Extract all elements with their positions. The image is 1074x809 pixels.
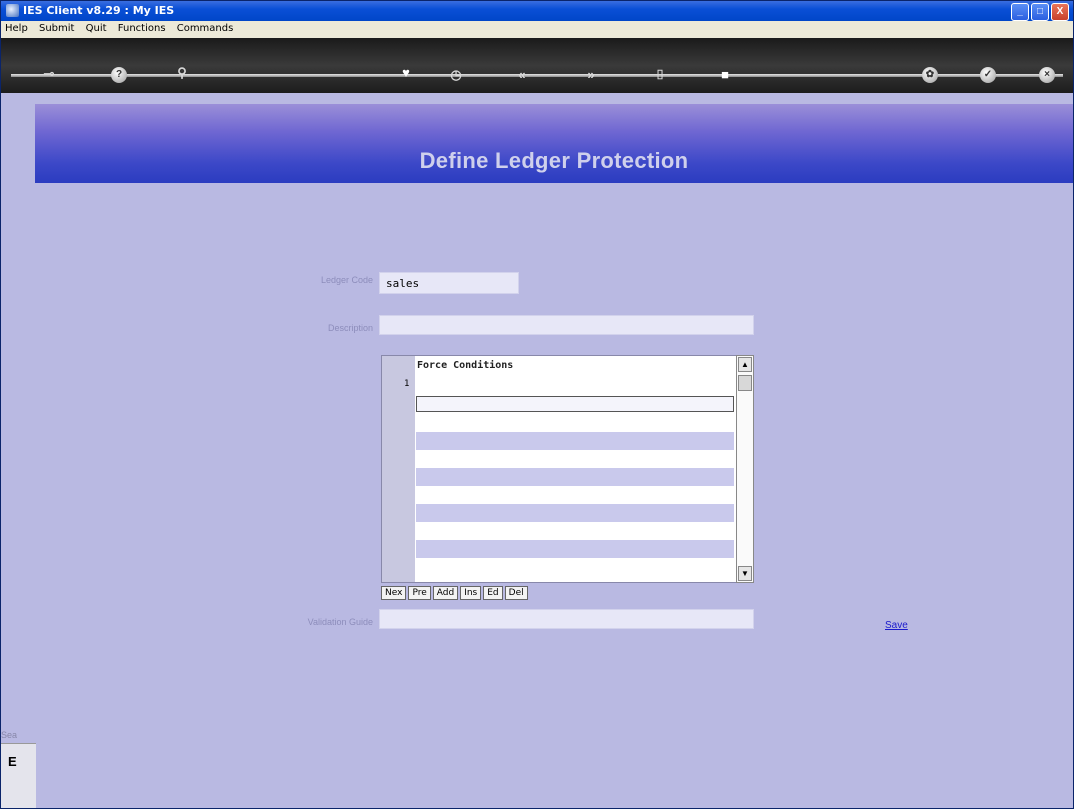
app-icon [6,4,19,17]
menu-functions[interactable]: Functions [114,21,170,34]
menu-bar: Help Submit Quit Functions Commands [1,21,1073,38]
bottom-panel: Sea E [1,730,36,808]
grid-scrollbar[interactable]: ▲ ▼ [736,355,754,583]
window-title: IES Client v8.29 : My IES [23,4,175,17]
bottom-glyph: E [8,754,17,769]
app-window: IES Client v8.29 : My IES _ □ X Help Sub… [0,0,1074,809]
scroll-thumb[interactable] [738,375,752,391]
save-link[interactable]: Save [885,620,908,631]
title-bar: IES Client v8.29 : My IES _ □ X [1,1,1073,21]
description-field[interactable] [379,315,754,335]
table-row[interactable] [416,558,734,578]
search-icon[interactable]: ⚲ [174,65,190,81]
table-row[interactable] [416,468,734,486]
table-row[interactable] [416,432,734,450]
table-row[interactable] [416,540,734,558]
ledger-code-label: Ledger Code [320,275,373,285]
key-icon[interactable]: ⊸ [37,66,61,82]
stop-icon[interactable]: ■ [717,67,733,83]
window-controls: _ □ X [1011,3,1069,21]
toolbar: ⊸ ? ⚲ ♥ ◷ « » ⌷ ■ ✿ ✓ × [1,38,1073,93]
rewind-icon[interactable]: « [514,67,530,83]
minimize-button[interactable]: _ [1011,3,1029,21]
check-icon[interactable]: ✓ [980,67,996,83]
table-row[interactable] [416,522,734,540]
grid-header: Force Conditions [417,360,514,371]
gear-icon[interactable]: ✿ [922,67,938,83]
scroll-up-icon[interactable]: ▲ [738,357,752,372]
table-row[interactable] [416,414,734,432]
menu-help[interactable]: Help [1,21,32,34]
insert-button[interactable]: Ins [460,586,482,600]
forward-icon[interactable]: » [583,67,599,83]
add-button[interactable]: Add [432,586,459,600]
clock-icon[interactable]: ◷ [448,67,464,83]
maximize-button[interactable]: □ [1031,3,1049,21]
row-number: 1 [404,379,410,389]
table-row[interactable] [416,450,734,468]
toolbar-rail [11,74,1063,77]
previous-button[interactable]: Pre [408,586,431,600]
description-label: Description [327,323,373,333]
table-row[interactable] [416,504,734,522]
table-row[interactable] [416,375,734,393]
bottom-label: Sea [1,730,18,740]
menu-submit[interactable]: Submit [35,21,78,34]
close-window-button[interactable]: X [1051,3,1069,21]
page-banner: Define Ledger Protection [35,104,1073,183]
next-button[interactable]: Nex [381,586,407,600]
edit-button[interactable]: Ed [483,586,503,600]
validation-guide-field[interactable] [379,609,754,629]
grid-buttons: Nex Pre Add Ins Ed Del [381,586,528,600]
help-icon[interactable]: ? [111,67,127,83]
menu-commands[interactable]: Commands [173,21,238,34]
table-row[interactable] [416,486,734,504]
close-icon[interactable]: × [1039,67,1055,83]
menu-quit[interactable]: Quit [82,21,111,34]
scroll-down-icon[interactable]: ▼ [738,566,752,581]
force-conditions-grid: Force Conditions 1 [381,355,737,583]
delete-button[interactable]: Del [504,586,528,600]
table-row-selected[interactable] [416,396,734,412]
row-header-column [382,356,415,582]
validation-guide-label: Validation Guide [307,617,373,627]
page-title: Define Ledger Protection [419,148,689,173]
heart-icon[interactable]: ♥ [398,65,414,81]
bracket-icon[interactable]: ⌷ [652,67,668,83]
ledger-code-field[interactable]: sales [379,272,519,294]
